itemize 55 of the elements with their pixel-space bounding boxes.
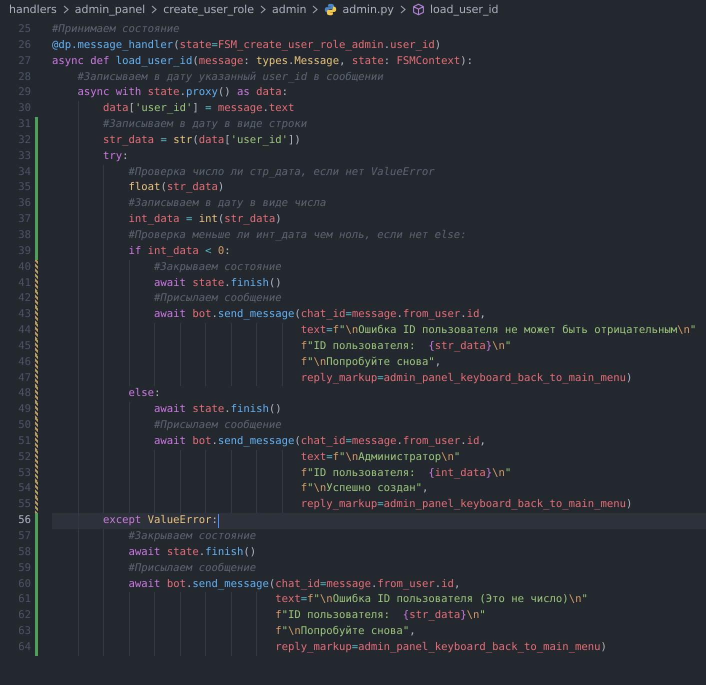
- code-line: str_data = str(data['user_id']): [102, 132, 301, 148]
- code-line: except ValueError:: [102, 513, 218, 528]
- cube-icon: [412, 3, 425, 16]
- text-cursor: [218, 514, 219, 528]
- code-line: #Присылаем сообщение: [153, 418, 282, 434]
- code-line: reply_markup=admin_panel_keyboard_back_to_main_menu): [274, 640, 607, 655]
- breadcrumb-item[interactable]: admin: [272, 3, 306, 16]
- python-icon: [324, 3, 338, 16]
- code-line: #Записываем в дату указанный user_id в сообщении: [76, 70, 384, 85]
- code-line: f"\nПопробуйте снова",: [300, 354, 442, 370]
- chevron-icon: [400, 5, 406, 14]
- code-line: #Присылаем сообщение: [153, 291, 282, 306]
- code-line: #Проверка меньше ли инт_дата чем ноль, если нет else:: [128, 228, 467, 243]
- code-line: await bot.send_message(chat_id=message.from_user.id,: [153, 434, 486, 449]
- code-line: reply_markup=admin_panel_keyboard_back_to_main_menu): [300, 370, 632, 386]
- code-line: text=f"\nАдминистратор\n": [300, 450, 460, 465]
- breadcrumb-item[interactable]: admin_panel: [74, 3, 146, 16]
- code-line: #Записываем в дату в виде строки: [102, 117, 308, 132]
- code-line: if int_data < 0:: [128, 244, 231, 259]
- code-line: #Закрываем состояние: [153, 260, 282, 275]
- chevron-icon: [62, 5, 69, 14]
- code-line: int_data = int(str_data): [128, 212, 282, 228]
- code-line: await state.finish(): [153, 276, 282, 290]
- code-line: #Закрываем состояние: [128, 529, 256, 544]
- code-line: f"ID пользователя: {str_data}\n": [274, 608, 486, 624]
- code-line: text=f"\nОшибка ID пользователя не может быть отрицательным\n": [300, 323, 696, 338]
- breadcrumb-item[interactable]: create_user_role: [163, 3, 254, 16]
- code-line: @dp.message_handler(state=FSM_create_user_role_admin.user_id): [52, 38, 442, 53]
- code-line: async def load_user_id(message: types.Message, state: FSMContext):: [52, 54, 474, 69]
- line-number: 56: [17, 513, 31, 528]
- code-line: await state.finish(): [128, 544, 256, 560]
- code-line: await bot.send_message(chat_id=message.from_user.id,: [128, 576, 460, 592]
- code-line: text=f"\nОшибка ID пользователя (Это не число)\n": [274, 592, 588, 608]
- code-line: f"\nУспешно создан",: [300, 481, 428, 496]
- code-line: f"\nПопробуйте снова",: [274, 624, 416, 640]
- code-line: await state.finish(): [153, 402, 282, 418]
- code-line: #Проверка число ли стр_дата, если нет ValueError: [128, 164, 435, 180]
- code-line: try:: [102, 148, 129, 164]
- chevron-icon: [312, 5, 318, 14]
- code-line: #Присылаем сообщение: [128, 560, 256, 576]
- code-line: float(str_data): [128, 180, 224, 196]
- chevron-icon: [260, 5, 266, 14]
- code-line: data['user_id'] = message.text: [102, 101, 294, 116]
- code-line: f"ID пользователя: {str_data}\n": [300, 338, 512, 354]
- code-line: else:: [128, 386, 160, 402]
- code-line: #Принимаем состояние: [52, 22, 180, 37]
- code-line: await bot.send_message(chat_id=message.from_user.id,: [153, 307, 486, 322]
- code-line: reply_markup=admin_panel_keyboard_back_to_main_menu): [300, 497, 632, 512]
- code-line: #Записываем в дату в виде числа: [128, 196, 326, 212]
- breadcrumb-item[interactable]: load_user_id: [430, 3, 498, 16]
- breadcrumb-item[interactable]: handlers: [9, 3, 57, 16]
- breadcrumb-item[interactable]: admin.py: [342, 3, 394, 16]
- code-line: f"ID пользователя: {int_data}\n": [300, 466, 512, 481]
- code-line: async with state.proxy() as data:: [76, 85, 288, 100]
- chevron-icon: [151, 5, 158, 14]
